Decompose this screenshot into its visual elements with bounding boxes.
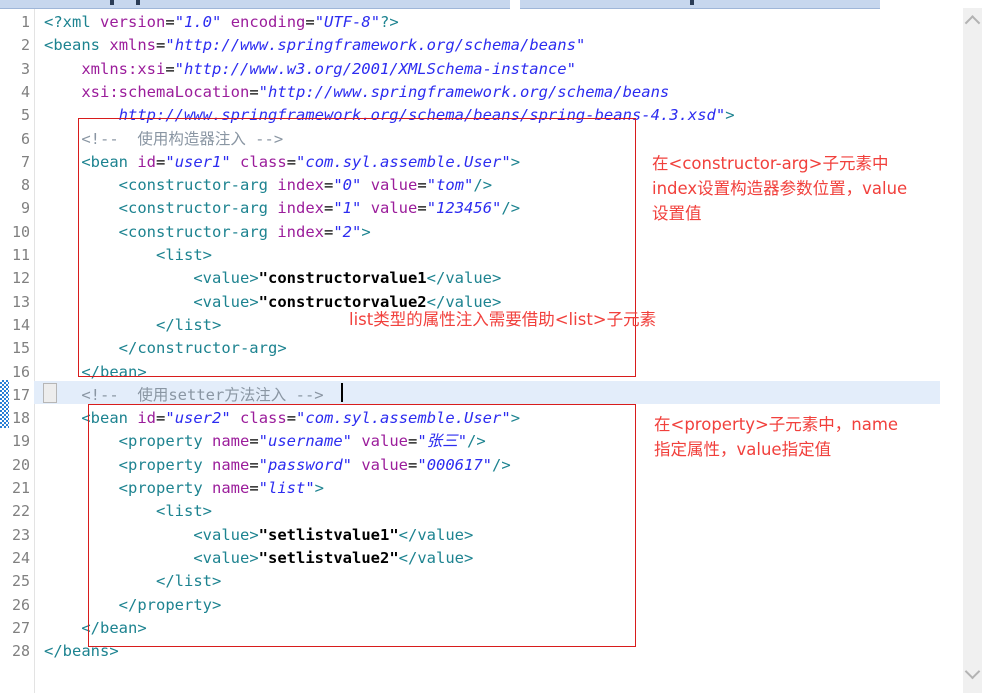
line-number: 22 (11, 502, 30, 521)
annotation-text-setter: 在<property>子元素中，name 指定属性，value指定值 (654, 415, 899, 459)
code-line[interactable]: </beans> (44, 640, 940, 663)
line-number: 9 (20, 199, 30, 218)
code-editor[interactable]: 1 2 3 4 5 6 7 8 9 10 11 12 13 14 15 16 17 18 19 20 21 22 23 24 2… (0, 8, 940, 693)
code-line[interactable]: <list> (44, 500, 940, 523)
annotation-text-list-inline: list类型的属性注入需要借助<list>子元素 (349, 310, 657, 329)
code-line[interactable]: <!-- 使用构造器注入 --> (44, 128, 940, 151)
line-number: 24 (11, 548, 30, 567)
line-number: 1 (20, 13, 30, 31)
code-line[interactable]: xmlns:xsi="http://www.w3.org/2001/XMLSch… (44, 58, 940, 81)
line-number: 15 (11, 339, 30, 358)
toolbar-strip-left[interactable] (0, 0, 510, 9)
line-number: 14 (11, 315, 30, 334)
line-number: 21 (11, 479, 30, 497)
line-number: 25 (11, 572, 30, 591)
code-line[interactable]: </list> (44, 570, 940, 593)
code-line[interactable]: </bean> (44, 361, 940, 384)
toolbar-tick-a (110, 0, 114, 5)
code-line[interactable]: <value>"setlistvalue1"</value> (44, 524, 940, 547)
window-chrome-top (0, 0, 982, 9)
toolbar-tick-c (690, 0, 694, 5)
line-number: 28 (11, 642, 30, 661)
code-line[interactable]: <value>"constructorvalue1</value> (44, 267, 940, 290)
line-number: 2 (20, 36, 30, 55)
chevron-down-icon[interactable] (963, 662, 982, 681)
code-line[interactable]: xsi:schemaLocation="http://www.springfra… (44, 81, 940, 104)
code-line[interactable]: <beans xmlns="http://www.springframework… (44, 34, 940, 57)
line-number: 23 (11, 525, 30, 544)
toolbar-strip-right[interactable] (520, 0, 880, 9)
editor-corner-notch (945, 657, 963, 693)
line-number: 4 (20, 82, 30, 101)
line-number: 12 (11, 269, 30, 288)
annotation-text-constructor: 在<constructor-arg>子元素中 index设置构造器参数位置，va… (652, 154, 908, 223)
code-line[interactable]: <property name="list"> (44, 477, 940, 500)
line-number: 20 (11, 455, 30, 474)
line-number-gutter: 1 2 3 4 5 6 7 8 9 10 11 12 13 14 15 16 17 18 19 20 21 22 23 24 2… (0, 8, 35, 693)
code-line[interactable]: <!-- 使用setter方法注入 --> (44, 384, 940, 407)
line-number: 11 (11, 246, 30, 264)
vcs-change-marker[interactable] (0, 380, 9, 428)
code-line[interactable]: <value>"setlistvalue2"</value> (44, 547, 940, 570)
code-line[interactable]: <list> (44, 244, 940, 267)
line-number: 5 (20, 106, 30, 125)
code-line[interactable]: </bean> (44, 617, 940, 640)
line-number: 6 (20, 129, 30, 148)
code-line[interactable]: </property> (44, 594, 940, 617)
line-number: 26 (11, 595, 30, 614)
line-number: 10 (11, 222, 30, 241)
line-number: 3 (20, 59, 30, 78)
toolbar-tick-b (136, 0, 140, 5)
code-content[interactable]: <?xml version="1.0" encoding="UTF-8"?> <b… (44, 8, 940, 693)
line-number: 13 (11, 292, 30, 311)
code-line[interactable]: </constructor-arg> (44, 337, 940, 360)
chevron-up-icon[interactable] (963, 12, 982, 31)
code-line[interactable]: http://www.springframework.org/schema/be… (44, 104, 940, 127)
text-caret (341, 383, 343, 402)
line-number: 7 (20, 152, 30, 171)
line-number: 27 (11, 618, 30, 637)
vertical-scrollbar[interactable] (963, 8, 982, 693)
line-number: 19 (11, 432, 30, 451)
code-line[interactable]: <?xml version="1.0" encoding="UTF-8"?> (44, 11, 940, 34)
line-number: 8 (20, 176, 30, 195)
